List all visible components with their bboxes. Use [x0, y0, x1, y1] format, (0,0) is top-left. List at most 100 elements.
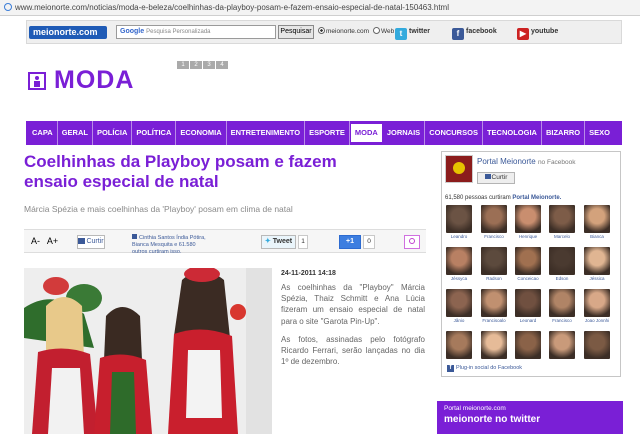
address-bar[interactable]: www.meionorte.com/noticias/moda-e-beleza…	[0, 0, 640, 16]
article-photo	[24, 268, 272, 434]
page-avatar[interactable]	[445, 155, 473, 183]
pager-item[interactable]: 3	[203, 61, 215, 69]
search-input[interactable]: Google Pesquisa Personalizada	[116, 25, 276, 39]
share-toolbar: A- A+ Curtir Cinthia Santos Índia Pótira…	[24, 229, 426, 255]
article-subtitle: Márcia Spézia e mais coelhinhas da 'Play…	[24, 204, 293, 214]
fb-likers-label: Cinthia Santos Índia Pótira, Bianca Mesq…	[132, 235, 206, 255]
fan-thumbnail[interactable]: Bianca	[584, 205, 610, 245]
fan-name: Bianca	[590, 234, 604, 239]
fb-fan-count: 61,580 pessoas curtiram Portal Meionorte…	[445, 195, 561, 201]
pager-item[interactable]: 2	[190, 61, 202, 69]
nav-item-moda[interactable]: MODA	[349, 123, 383, 143]
radio-web[interactable]: Web	[373, 27, 394, 37]
fan-name: Francisco	[552, 318, 572, 323]
fan-thumbnail[interactable]: Marcelo	[549, 205, 575, 245]
search-button[interactable]: Pesquisar	[278, 25, 314, 39]
fan-name: Radson	[486, 276, 502, 281]
fan-name: Jéssyca	[450, 276, 468, 281]
fan-photo	[584, 205, 610, 233]
fb-count-page[interactable]: Portal Meionorte.	[512, 195, 561, 201]
fb-like-button[interactable]: Curtir	[77, 235, 105, 249]
fan-thumbnail[interactable]: Conceicao	[515, 247, 541, 287]
fan-thumbnail[interactable]	[549, 331, 575, 371]
fan-name: Joao Jonnhi	[584, 318, 610, 323]
nav-item-policia[interactable]: POLÍCIA	[93, 121, 133, 145]
nav-item-geral[interactable]: GERAL	[58, 121, 93, 145]
twitter-icon: t	[395, 28, 407, 40]
nav-item-sexo[interactable]: SEXO	[585, 121, 614, 145]
christmas-models-image	[24, 268, 272, 434]
fan-name: Francisoalo	[482, 318, 506, 323]
url-text: www.meionorte.com/noticias/moda-e-beleza…	[15, 3, 449, 12]
fan-thumbnail[interactable]: Francisoalo	[481, 289, 507, 329]
fan-name: Edson	[555, 276, 569, 281]
fan-thumbnail[interactable]: Jéssica	[584, 247, 610, 287]
fan-photo	[481, 289, 507, 317]
radio-empty-icon	[373, 27, 380, 34]
nav-item-politica[interactable]: POLÍTICA	[132, 121, 177, 145]
fan-photo	[549, 289, 575, 317]
fan-thumbnail[interactable]: Leandro	[446, 205, 472, 245]
facebook-label: facebook	[466, 28, 497, 35]
fan-thumbnail[interactable]: Edson	[549, 247, 575, 287]
facebook-link[interactable]: f facebook	[452, 26, 497, 40]
plusone-button[interactable]: +1	[339, 235, 361, 249]
fan-thumbnail[interactable]: Francisco	[549, 289, 575, 329]
nav-item-tecnologia[interactable]: TECNOLOGIA	[483, 121, 542, 145]
fan-thumbnail[interactable]: Joao Jonnhi	[584, 289, 610, 329]
fan-photo	[549, 205, 575, 233]
plusone-count: 0	[363, 235, 375, 249]
fan-thumbnail[interactable]: Francisco	[481, 205, 507, 245]
fan-photo	[481, 331, 507, 359]
youtube-icon: ▶	[517, 28, 529, 40]
fan-photo	[584, 331, 610, 359]
fan-name: Jéssica	[589, 276, 605, 281]
share-circle-button[interactable]	[404, 235, 420, 249]
nav-item-concursos[interactable]: CONCURSOS	[425, 121, 483, 145]
fan-photo	[584, 247, 610, 275]
fan-thumbnail[interactable]	[584, 331, 610, 371]
site-logo[interactable]: meionorte.com	[29, 26, 107, 39]
fan-thumbnail[interactable]: Jéssyca	[446, 247, 472, 287]
twitter-link[interactable]: t twitter	[395, 26, 430, 40]
fan-photo	[446, 205, 472, 233]
fan-photo	[549, 331, 575, 359]
fb-plugin-label[interactable]: Plug-in social do Facebook	[447, 365, 522, 372]
nav-item-entretenimento[interactable]: ENTRETENIMENTO	[227, 121, 306, 145]
fan-photo	[446, 331, 472, 359]
fan-photo	[515, 247, 541, 275]
article-paragraph: As coelhinhas da "Playboy" Márcia Spézia…	[281, 283, 425, 326]
fan-thumbnail[interactable]: Radson	[481, 247, 507, 287]
tweet-button[interactable]: ✦ Tweet	[261, 235, 296, 249]
fan-photo	[549, 247, 575, 275]
fb-page-name: Portal Meionorte	[477, 157, 536, 166]
radio-site[interactable]: meionorte.com	[318, 27, 369, 37]
nav-item-bizarro[interactable]: BIZARRO	[542, 121, 586, 145]
nav-item-capa[interactable]: CAPA	[28, 121, 58, 145]
thumbs-up-icon	[78, 238, 86, 244]
nav-item-economia[interactable]: ECONOMIA	[176, 121, 227, 145]
fb-box-like-button[interactable]: Curtir	[477, 172, 515, 184]
fb-box-like-label: Curtir	[491, 174, 508, 181]
section-title: MODA	[54, 66, 135, 94]
facebook-likebox: Portal Meionorte no Facebook Curtir 61,5…	[441, 151, 621, 377]
font-decrease-button[interactable]: A-	[28, 235, 43, 249]
font-increase-button[interactable]: A+	[44, 235, 61, 249]
fan-name: Jânio	[453, 318, 465, 323]
youtube-link[interactable]: ▶ youtube	[517, 26, 558, 40]
fan-thumbnail[interactable]: Jânio	[446, 289, 472, 329]
fan-thumbnail[interactable]: Henrique	[515, 205, 541, 245]
search-placeholder: Pesquisa Personalizada	[146, 29, 211, 35]
nav-item-esporte[interactable]: ESPORTE	[305, 121, 350, 145]
fb-page-title[interactable]: Portal Meionorte no Facebook	[477, 157, 576, 166]
fan-name: Marcelo	[553, 234, 570, 239]
twitter-box[interactable]: Portal meionorte.com meionorte no twitte…	[437, 401, 623, 434]
pager-item[interactable]: 4	[216, 61, 228, 69]
twitter-box-subtitle: Portal meionorte.com	[444, 405, 506, 412]
nav-item-jornais[interactable]: JORNAIS	[383, 121, 426, 145]
fb-like-label: Curtir	[86, 238, 104, 245]
fan-thumbnail[interactable]: Leonard	[515, 289, 541, 329]
facebook-icon	[132, 234, 137, 239]
fan-name: Henrique	[518, 234, 538, 239]
pager-item[interactable]: 1	[177, 61, 189, 69]
